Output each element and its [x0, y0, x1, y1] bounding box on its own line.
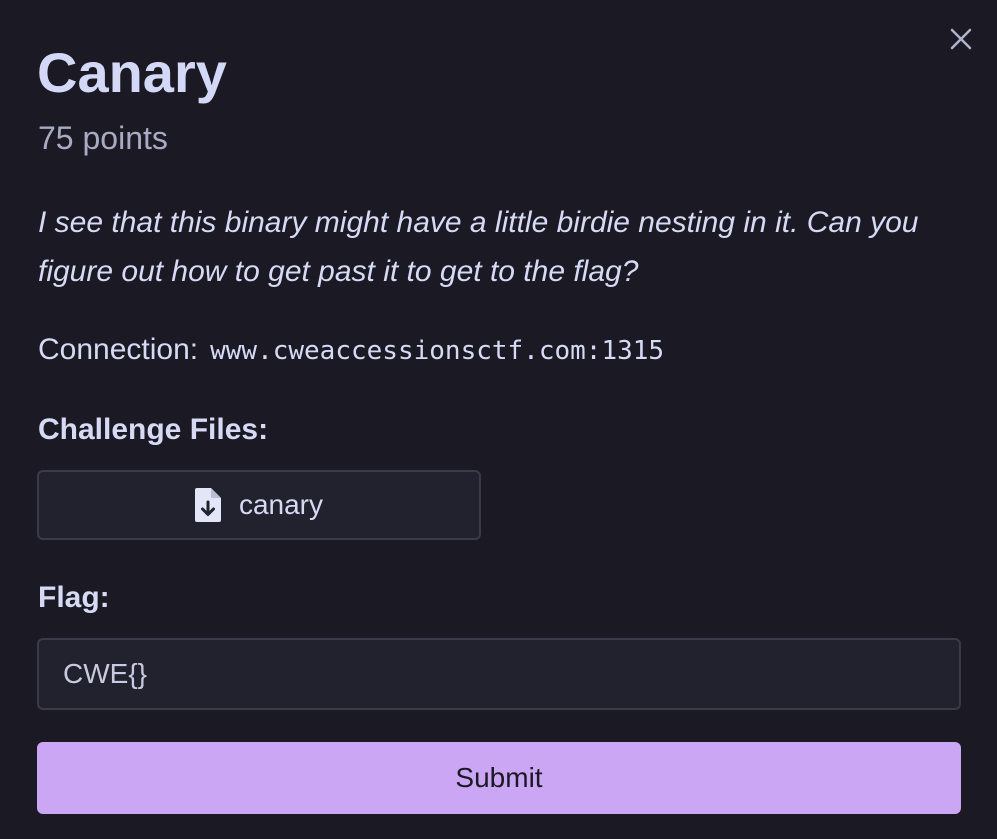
challenge-modal: Canary 75 points I see that this binary …: [0, 0, 997, 839]
file-download-button[interactable]: canary: [37, 470, 481, 540]
connection-info: Connection: www.cweaccessionsctf.com:1315: [38, 330, 664, 371]
file-download-icon: [194, 488, 221, 522]
challenge-points: 75 points: [38, 120, 168, 156]
submit-button[interactable]: Submit: [37, 742, 961, 814]
file-name: canary: [238, 489, 324, 520]
flag-label: Flag:: [38, 581, 110, 614]
challenge-files-label: Challenge Files:: [38, 413, 269, 446]
challenge-title: Canary: [37, 41, 227, 104]
connection-label: Connection:: [38, 333, 199, 366]
close-button[interactable]: [946, 24, 976, 54]
close-icon[interactable]: [946, 24, 976, 54]
challenge-description: I see that this binary might have a litt…: [38, 206, 919, 288]
flag-input[interactable]: [37, 638, 961, 710]
connection-address: www.cweaccessionsctf.com:1315: [210, 336, 665, 366]
